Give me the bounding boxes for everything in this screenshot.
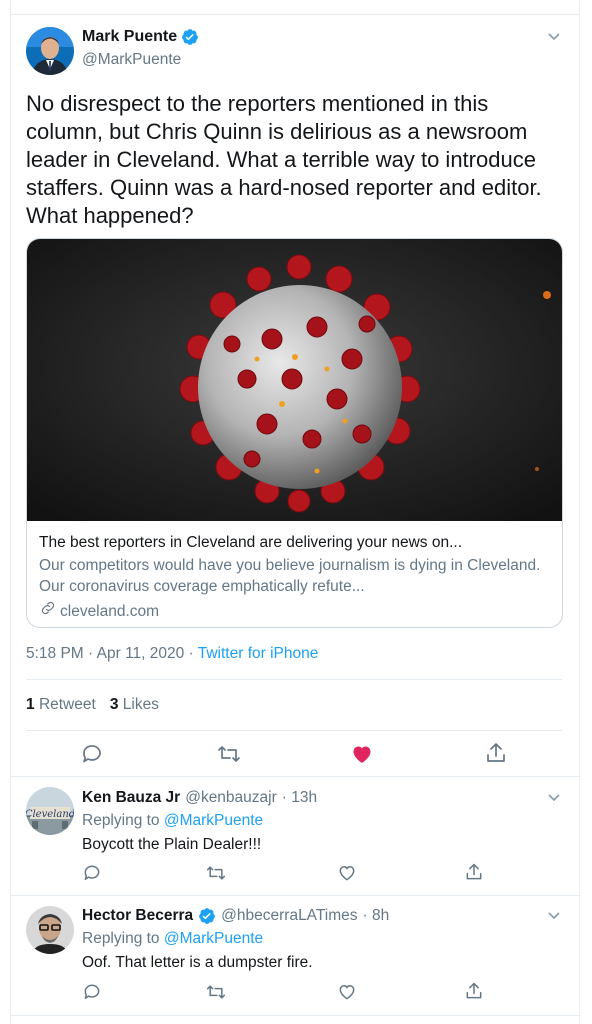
replying-to: Replying to @MarkPuente: [82, 930, 263, 948]
divider: [11, 895, 581, 896]
like-icon[interactable]: [350, 742, 374, 771]
retweet-icon[interactable]: [205, 982, 227, 1007]
retweet-count: 1: [26, 696, 35, 713]
link-icon: [39, 599, 57, 623]
share-icon[interactable]: [464, 981, 484, 1006]
like-label: Likes: [122, 696, 159, 713]
tweet-timestamp: 5:18 PM · Apr 11, 2020 · Twitter for iPh…: [26, 645, 318, 663]
author-row: Mark Puente: [82, 28, 199, 46]
retweet-icon[interactable]: [216, 742, 242, 771]
author-display-name[interactable]: Mark Puente: [82, 28, 177, 46]
reply-icon[interactable]: [82, 863, 102, 888]
divider: [11, 776, 581, 777]
likes-stat[interactable]: 3 Likes: [110, 696, 159, 714]
chevron-down-icon[interactable]: [546, 907, 562, 928]
divider: [26, 679, 562, 680]
retweet-label: Retweet: [38, 696, 96, 713]
card-domain: cleveland.com: [39, 599, 159, 623]
card-description: Our competitors would have you believe j…: [39, 557, 541, 595]
verified-badge-icon: [181, 28, 199, 46]
engagement-stats: 1 Retweet 3 Likes: [26, 696, 159, 714]
replying-to: Replying to @MarkPuente: [82, 812, 263, 830]
replying-to-link[interactable]: @MarkPuente: [164, 812, 263, 829]
tweet-text: No disrespect to the reporters mentioned…: [26, 91, 542, 228]
divider: [11, 1015, 581, 1016]
tweet-source-link[interactable]: Twitter for iPhone: [198, 645, 319, 662]
reply-text: Boycott the Plain Dealer!!!: [82, 836, 262, 853]
replying-to-link[interactable]: @MarkPuente: [164, 930, 263, 947]
reply-handle[interactable]: @hbecerraLATimes: [221, 907, 357, 925]
card-domain-text: cleveland.com: [60, 602, 160, 620]
share-icon[interactable]: [464, 862, 484, 887]
chevron-down-icon[interactable]: [546, 28, 562, 49]
chevron-down-icon[interactable]: [546, 789, 562, 810]
replying-label: Replying to: [82, 930, 160, 947]
avatar-mark-puente[interactable]: [26, 27, 74, 75]
retweets-stat[interactable]: 1 Retweet: [26, 696, 96, 714]
like-icon[interactable]: [337, 863, 357, 888]
reply-text: Oof. That letter is a dumpster fire.: [82, 954, 313, 971]
reply-icon[interactable]: [82, 982, 102, 1007]
svg-text:Cleveland: Cleveland: [26, 809, 74, 820]
verified-badge-icon: [198, 907, 216, 925]
share-icon[interactable]: [484, 741, 508, 770]
reply-time[interactable]: · 8h: [363, 907, 390, 925]
reply-time[interactable]: · 13h: [282, 789, 317, 807]
avatar-hector-becerra[interactable]: [26, 906, 74, 954]
card-image-coronavirus: [27, 239, 562, 521]
reply-icon[interactable]: [80, 742, 104, 771]
reply-author-row: Hector Becerra @hbecerraLATimes · 8h: [82, 907, 389, 925]
retweet-icon[interactable]: [205, 863, 227, 888]
link-card[interactable]: The best reporters in Cleveland are deli…: [26, 238, 563, 628]
like-count: 3: [109, 696, 119, 713]
author-handle[interactable]: @MarkPuente: [82, 51, 181, 69]
divider: [11, 14, 579, 15]
replying-label: Replying to: [82, 812, 160, 829]
reply-handle[interactable]: @kenbauzajr: [185, 789, 277, 807]
timestamp-text[interactable]: 5:18 PM · Apr 11, 2020 ·: [26, 645, 198, 662]
reply-display-name[interactable]: Ken Bauza Jr: [82, 789, 180, 807]
like-icon[interactable]: [337, 982, 357, 1007]
card-title[interactable]: The best reporters in Cleveland are deli…: [39, 532, 554, 553]
divider: [26, 730, 562, 731]
reply-display-name[interactable]: Hector Becerra: [82, 907, 193, 925]
reply-author-row: Ken Bauza Jr @kenbauzajr · 13h: [82, 789, 317, 807]
avatar-ken-bauza[interactable]: Cleveland: [26, 787, 74, 835]
